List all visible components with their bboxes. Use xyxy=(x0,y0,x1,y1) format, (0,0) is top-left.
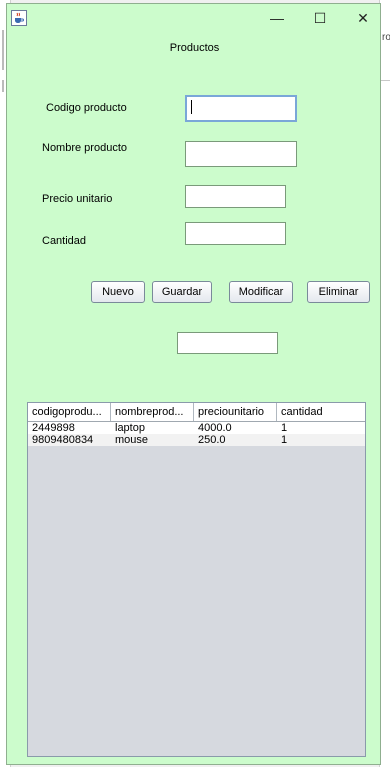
table-header: codigoprodu... nombreprod... preciounita… xyxy=(28,403,365,422)
close-button[interactable]: ✕ xyxy=(343,4,383,32)
search-input[interactable] xyxy=(177,332,278,354)
cell-codigo: 9809480834 xyxy=(32,434,94,446)
column-header-precio[interactable]: preciounitario xyxy=(194,403,277,421)
maximize-button[interactable]: ☐ xyxy=(300,4,340,32)
precio-unitario-input[interactable] xyxy=(185,185,286,208)
codigo-producto-input[interactable] xyxy=(185,95,297,122)
precio-label: Precio unitario xyxy=(42,193,113,205)
column-header-nombre[interactable]: nombreprod... xyxy=(111,403,194,421)
cell-cantidad: 1 xyxy=(281,434,288,446)
cell-precio: 4000.0 xyxy=(198,422,232,434)
title-bar[interactable]: — ☐ ✕ xyxy=(7,4,380,32)
cell-cantidad: 1 xyxy=(281,422,288,434)
productos-window: — ☐ ✕ Productos Codigo producto Nombre p… xyxy=(6,3,381,765)
nombre-producto-input[interactable] xyxy=(185,141,297,167)
text-caret xyxy=(191,100,192,114)
cell-nombre: mouse xyxy=(115,434,149,446)
productos-table[interactable]: codigoprodu... nombreprod... preciounita… xyxy=(27,402,366,757)
guardar-button[interactable]: Guardar xyxy=(152,281,212,303)
modificar-button[interactable]: Modificar xyxy=(229,281,293,303)
background-divider xyxy=(2,80,4,92)
background-divider xyxy=(380,80,390,81)
codigo-label: Codigo producto xyxy=(46,102,127,114)
table-row[interactable]: 9809480834 mouse 250.0 1 xyxy=(28,434,365,446)
background-divider xyxy=(2,30,4,70)
table-row[interactable]: 2449898 laptop 4000.0 1 xyxy=(28,422,365,434)
java-cup-icon xyxy=(11,10,27,26)
column-header-codigo[interactable]: codigoprodu... xyxy=(28,403,111,421)
nuevo-button[interactable]: Nuevo xyxy=(91,281,145,303)
eliminar-button[interactable]: Eliminar xyxy=(307,281,370,303)
form-title: Productos xyxy=(169,42,220,54)
background-text: ro xyxy=(382,32,390,43)
minimize-button[interactable]: — xyxy=(257,4,297,32)
cantidad-input[interactable] xyxy=(185,222,286,245)
cantidad-label: Cantidad xyxy=(42,235,87,247)
cell-precio: 250.0 xyxy=(198,434,226,446)
column-header-cantidad[interactable]: cantidad xyxy=(277,403,365,421)
cell-nombre: laptop xyxy=(115,422,145,434)
nombre-label: Nombre producto xyxy=(42,142,127,154)
cell-codigo: 2449898 xyxy=(32,422,75,434)
